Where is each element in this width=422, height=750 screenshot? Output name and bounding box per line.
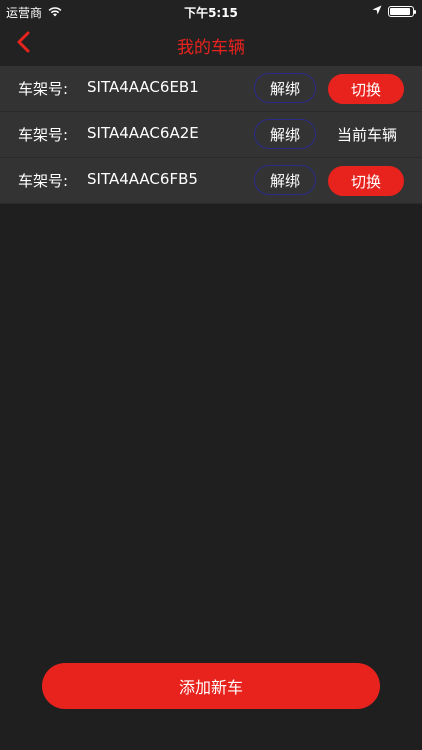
- vin-label: 车架号:: [18, 80, 69, 98]
- unbind-button[interactable]: 解绑: [254, 119, 316, 149]
- status-right: [372, 4, 416, 18]
- current-vehicle-label: 当前车辆: [336, 126, 397, 144]
- vin-value: SITA4AAC6EB1: [87, 78, 199, 96]
- page-title: 我的车辆: [177, 38, 245, 58]
- vehicle-row: 车架号: SITA4AAC6EB1 解绑 切换: [0, 66, 422, 112]
- add-new-vehicle-button[interactable]: 添加新车: [42, 663, 380, 709]
- vin-value: SITA4AAC6A2E: [87, 124, 199, 142]
- unbind-button[interactable]: 解绑: [254, 73, 316, 103]
- vehicle-row: 车架号: SITA4AAC6A2E 解绑 当前车辆: [0, 112, 422, 158]
- battery-icon: [388, 5, 416, 17]
- navigation-bar: 我的车辆: [0, 22, 422, 66]
- location-arrow-icon: [372, 4, 382, 18]
- status-time: 下午5:15: [184, 6, 238, 20]
- my-vehicles-screen: 运营商 下午5:15 我的车辆 车架号: SITA4AAC6EB1 解绑 切换 …: [0, 0, 422, 750]
- unbind-button[interactable]: 解绑: [254, 165, 316, 195]
- vin-value: SITA4AAC6FB5: [87, 170, 198, 188]
- switch-vehicle-button[interactable]: 切换: [328, 166, 404, 196]
- vin-label: 车架号:: [18, 172, 69, 190]
- switch-vehicle-button[interactable]: 切换: [328, 74, 404, 104]
- vehicle-row: 车架号: SITA4AAC6FB5 解绑 切换: [0, 158, 422, 204]
- status-bar: 运营商 下午5:15: [0, 0, 422, 22]
- vin-label: 车架号:: [18, 126, 69, 144]
- vehicle-list: 车架号: SITA4AAC6EB1 解绑 切换 车架号: SITA4AAC6A2…: [0, 66, 422, 204]
